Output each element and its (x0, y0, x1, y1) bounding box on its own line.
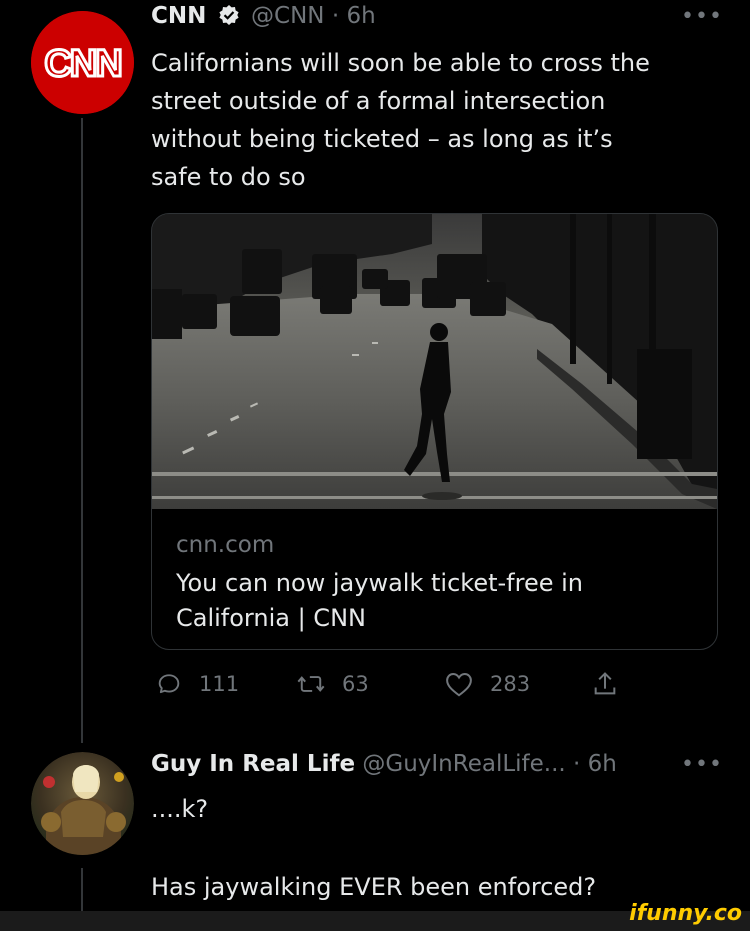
reply-count: 111 (199, 672, 240, 696)
author-handle[interactable]: @GuyInRealLife... (362, 751, 565, 777)
share-icon (594, 672, 616, 695)
reply-button[interactable]: 111 (155, 668, 239, 700)
tweet-text-line: Californians will soon be able to cross … (151, 49, 650, 77)
tweet-text-line: safe to do so (151, 163, 306, 191)
tweet-time[interactable]: 6h (346, 3, 375, 29)
retweet-icon (297, 676, 325, 692)
tweet-text-line: ....k? (151, 795, 209, 823)
ifunny-watermark: ifunny.co (629, 901, 742, 926)
card-image (152, 214, 717, 509)
svg-text:CNN: CNN (44, 43, 120, 85)
cnn-avatar[interactable]: CNN (31, 11, 134, 114)
tweet-time[interactable]: 6h (588, 751, 617, 777)
like-count: 283 (490, 672, 531, 696)
thread-line-bottom (81, 868, 83, 911)
tweet-text-line: Has jaywalking EVER been enforced? (151, 873, 597, 901)
verified-badge-icon (218, 4, 240, 32)
retweet-button[interactable]: 63 (296, 668, 369, 700)
guy-in-real-life-avatar[interactable] (31, 752, 134, 855)
heart-icon (446, 672, 472, 697)
like-button[interactable]: 283 (444, 668, 530, 700)
cnn-logo-icon: CNN (31, 11, 134, 114)
author-name[interactable]: CNN (151, 3, 206, 29)
separator: · (331, 3, 340, 29)
separator: · (573, 751, 581, 777)
tweet2-header: Guy In Real Life @GuyInRealLife... · 6h (151, 751, 617, 777)
tweet-text-line (151, 828, 596, 866)
avatar-image (31, 752, 134, 855)
author-handle[interactable]: @CNN (251, 3, 324, 29)
tweet1-header: CNN @CNN · 6h (151, 3, 376, 32)
author-name[interactable]: Guy In Real Life (151, 751, 355, 777)
tweet-text-line: street outside of a formal intersection (151, 87, 606, 115)
card-domain[interactable]: cnn.com (176, 532, 274, 558)
share-button[interactable] (592, 668, 634, 700)
thread-line-top (81, 118, 83, 743)
more-options-icon[interactable]: ••• (681, 4, 723, 29)
reply-icon (158, 674, 180, 694)
tweet-text-line: without being ticketed – as long as it’s (151, 125, 613, 153)
retweet-count: 63 (342, 672, 369, 696)
tweet2-text: ....k? Has jaywalking EVER been enforced… (151, 790, 596, 906)
card-title[interactable]: You can now jaywalk ticket-free in Calif… (176, 566, 676, 636)
tweet1-text: Californians will soon be able to cross … (151, 44, 650, 196)
link-card[interactable]: cnn.com You can now jaywalk ticket-free … (151, 213, 718, 650)
more-options-icon[interactable]: ••• (681, 752, 723, 777)
